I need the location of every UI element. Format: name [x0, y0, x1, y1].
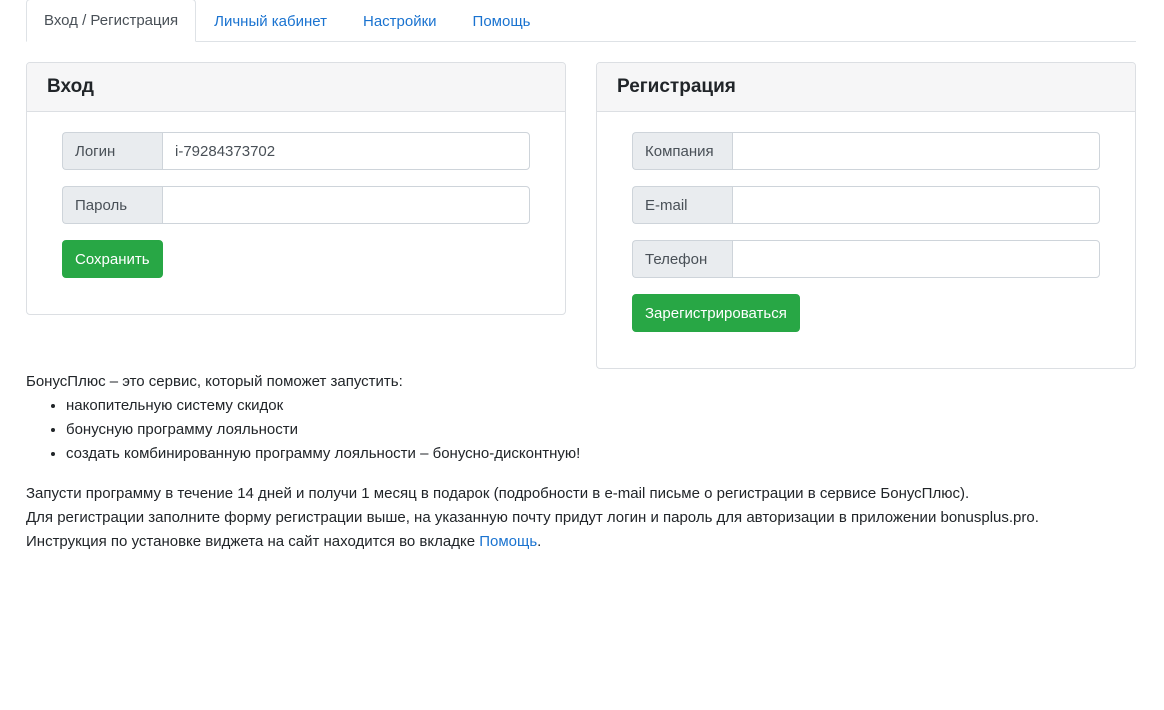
company-input[interactable] — [732, 132, 1100, 170]
tab-login-register[interactable]: Вход / Регистрация — [26, 0, 197, 42]
list-item: бонусную программу лояльности — [66, 418, 1136, 442]
register-card-body: Компания E-mail Телефон Зарегистрировать… — [597, 112, 1135, 352]
list-item: создать комбинированную программу лояльн… — [66, 442, 1136, 466]
register-card-title: Регистрация — [597, 63, 1135, 112]
phone-input[interactable] — [732, 240, 1100, 278]
save-button[interactable]: Сохранить — [62, 240, 163, 278]
phone-label: Телефон — [632, 240, 732, 278]
tab-settings[interactable]: Настройки — [345, 0, 455, 42]
tab-help[interactable]: Помощь — [455, 0, 549, 42]
register-card: Регистрация Компания E-mail Телефон Заре… — [596, 62, 1136, 369]
password-input[interactable] — [162, 186, 530, 224]
phone-input-group: Телефон — [632, 240, 1100, 278]
service-info: БонусПлюс – это сервис, который поможет … — [26, 370, 1136, 554]
register-button[interactable]: Зарегистрироваться — [632, 294, 800, 332]
login-input[interactable] — [162, 132, 530, 170]
login-card-title: Вход — [27, 63, 565, 112]
feature-list: накопительную систему скидок бонусную пр… — [26, 394, 1136, 466]
password-input-group: Пароль — [62, 186, 530, 224]
login-card: Вход Логин Пароль Сохранить — [26, 62, 566, 315]
help-link[interactable]: Помощь — [479, 533, 537, 550]
email-input-group: E-mail — [632, 186, 1100, 224]
tab-account[interactable]: Личный кабинет — [196, 0, 345, 42]
login-input-group: Логин — [62, 132, 530, 170]
company-label: Компания — [632, 132, 732, 170]
company-input-group: Компания — [632, 132, 1100, 170]
info-line-registration: Для регистрации заполните форму регистра… — [26, 509, 1039, 526]
email-label: E-mail — [632, 186, 732, 224]
info-intro: БонусПлюс – это сервис, который поможет … — [26, 373, 403, 390]
password-label: Пароль — [62, 186, 162, 224]
info-line-instructions-end: . — [537, 533, 542, 550]
info-line-promo: Запусти программу в течение 14 дней и по… — [26, 485, 970, 502]
info-line-instructions-text: Инструкция по установке виджета на сайт … — [26, 533, 480, 550]
login-card-body: Логин Пароль Сохранить — [27, 112, 565, 298]
nav-tabs: Вход / Регистрация Личный кабинет Настро… — [26, 0, 1136, 42]
email-input[interactable] — [732, 186, 1100, 224]
login-label: Логин — [62, 132, 162, 170]
list-item: накопительную систему скидок — [66, 394, 1136, 418]
info-line-instructions: Инструкция по установке виджета на сайт … — [26, 530, 1136, 554]
